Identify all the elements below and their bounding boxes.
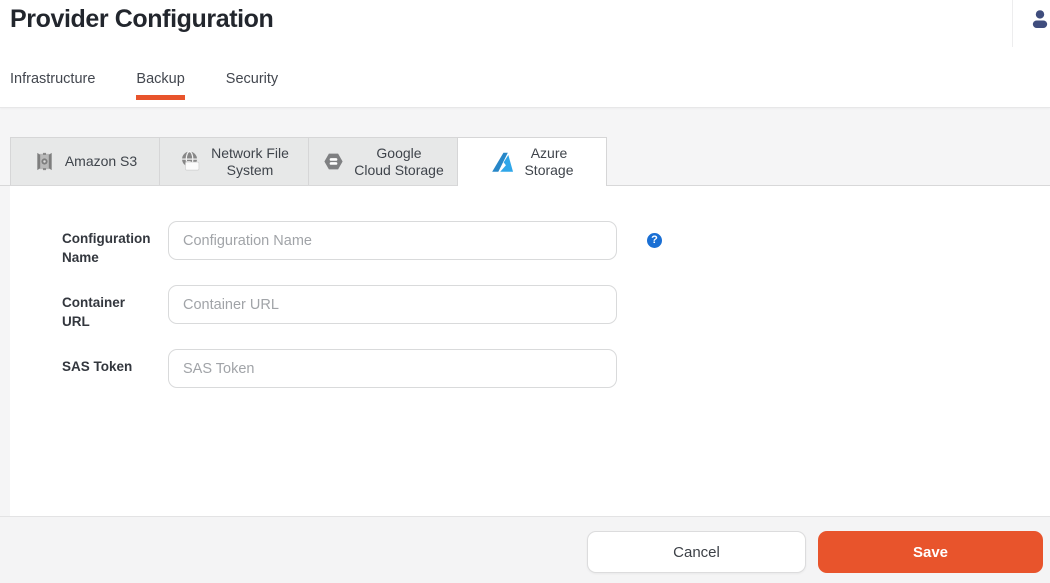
page-title: Provider Configuration: [10, 5, 273, 34]
container-url-input[interactable]: [168, 285, 617, 324]
tab-azure-storage[interactable]: Azure Storage: [457, 137, 607, 186]
configuration-name-input[interactable]: [168, 221, 617, 260]
tab-label: Google Cloud Storage: [354, 145, 444, 179]
provider-configuration-page: Provider Configuration Infrastructure Ba…: [0, 0, 1050, 583]
main-nav: Infrastructure Backup Security: [10, 71, 278, 87]
action-footer: Cancel Save: [0, 516, 1050, 583]
help-icon[interactable]: ?: [647, 233, 662, 248]
sas-token-row: SAS Token: [10, 349, 1050, 388]
tab-infrastructure[interactable]: Infrastructure: [10, 71, 95, 87]
tab-network-file-system[interactable]: Network File System: [159, 137, 309, 185]
tab-label: Azure Storage: [524, 145, 573, 179]
header-divider: [1012, 0, 1013, 47]
cancel-button[interactable]: Cancel: [587, 531, 806, 573]
tab-label: Network File System: [211, 145, 289, 179]
google-cloud-storage-icon: [322, 150, 345, 173]
tab-backup[interactable]: Backup: [136, 71, 184, 87]
azure-storage-icon: [490, 150, 515, 175]
configuration-name-row: Configuration Name ?: [10, 221, 1050, 260]
container-url-row: Container URL: [10, 285, 1050, 324]
amazon-s3-icon: [33, 150, 56, 173]
sas-token-input[interactable]: [168, 349, 617, 388]
tab-amazon-s3[interactable]: Amazon S3: [10, 137, 160, 185]
provider-tabstrip: Amazon S3 Network File System: [0, 137, 1050, 186]
sas-token-label: SAS Token: [62, 357, 162, 376]
user-icon[interactable]: [1029, 8, 1050, 30]
tab-security[interactable]: Security: [226, 71, 278, 87]
azure-storage-form-panel: Configuration Name ? Container URL SAS T…: [10, 186, 1050, 517]
tab-google-cloud-storage[interactable]: Google Cloud Storage: [308, 137, 458, 185]
network-file-system-icon: [179, 150, 202, 173]
page-header: Provider Configuration Infrastructure Ba…: [0, 0, 1050, 108]
save-button[interactable]: Save: [818, 531, 1043, 573]
container-url-label: Container URL: [62, 293, 162, 331]
tab-label: Amazon S3: [65, 153, 137, 170]
configuration-name-label: Configuration Name: [62, 229, 162, 267]
